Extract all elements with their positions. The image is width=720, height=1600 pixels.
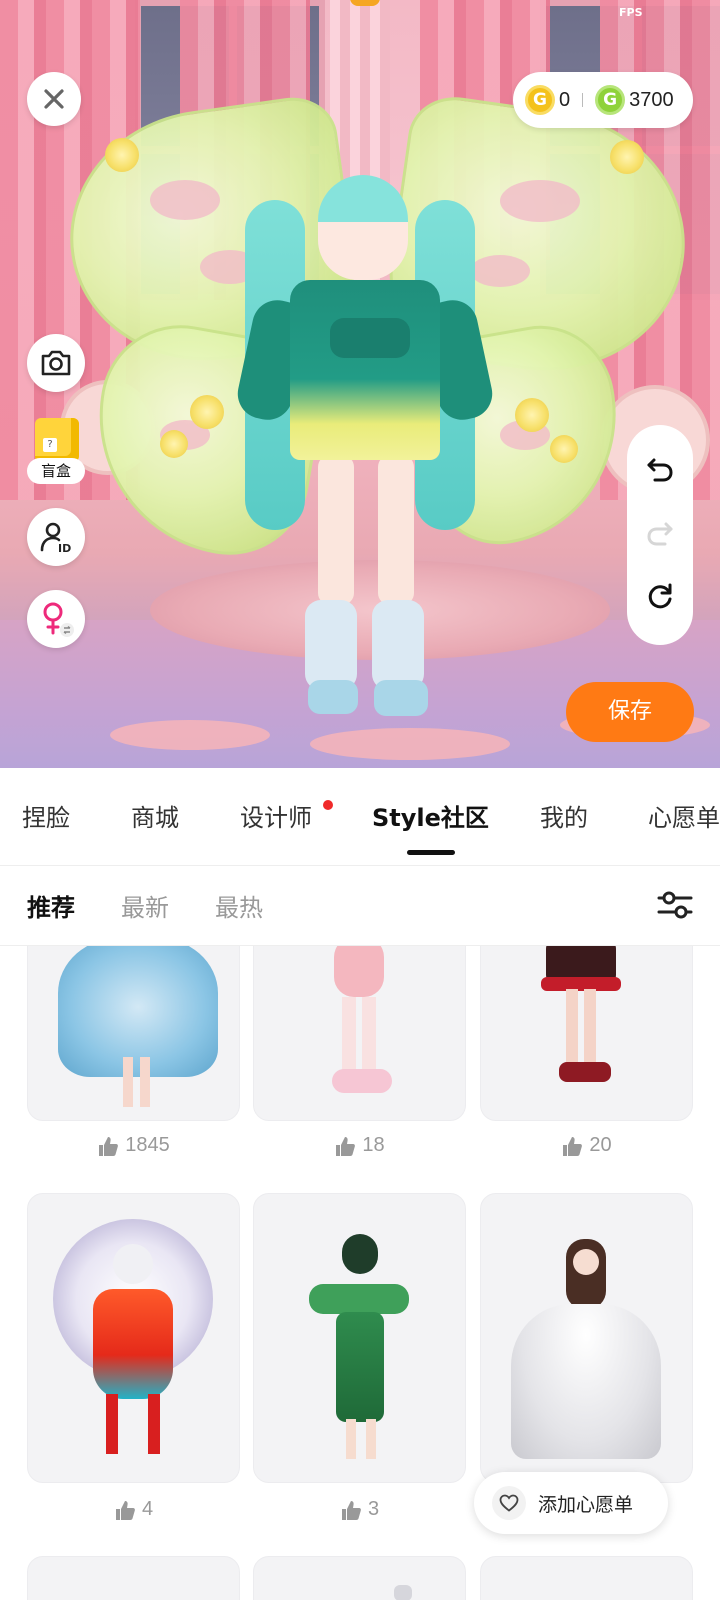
character-leg — [378, 455, 414, 605]
like-count-value: 3 — [367, 1498, 380, 1520]
camera-button[interactable] — [27, 334, 85, 392]
tab-designer[interactable]: 设计师 — [240, 798, 312, 833]
female-gender-icon — [43, 602, 74, 637]
heart-icon-wrapper — [492, 1486, 526, 1520]
notification-dot — [323, 800, 333, 810]
close-button[interactable] — [27, 72, 81, 126]
subtab-recommended[interactable]: 推荐 — [27, 888, 75, 923]
outfit-preview — [394, 1585, 412, 1600]
thumbs-up-icon — [341, 1500, 361, 1520]
camera-icon — [41, 350, 71, 376]
character-boot — [372, 600, 424, 690]
outfit-card[interactable] — [253, 1556, 466, 1600]
character-shoe — [374, 680, 428, 716]
like-count: 18 — [253, 1134, 466, 1157]
undo-icon — [647, 458, 673, 482]
sub-tab-bar: 推荐 最新 最热 — [0, 866, 720, 946]
svg-text:ID: ID — [58, 542, 71, 554]
outfit-card[interactable] — [253, 1193, 466, 1483]
save-button[interactable]: 保存 — [566, 682, 694, 742]
outfit-card[interactable] — [27, 946, 240, 1121]
character-dress — [290, 280, 440, 460]
blindbox-icon: ? — [35, 418, 79, 462]
character-bow — [330, 318, 410, 358]
gender-switch-button[interactable] — [27, 590, 85, 648]
like-count: 1845 — [27, 1134, 240, 1157]
gold-coin-value: 0 — [559, 88, 571, 111]
outfit-preview — [58, 946, 218, 1077]
tab-style-community[interactable]: Style社区 — [372, 798, 489, 833]
subtab-latest[interactable]: 最新 — [121, 888, 169, 923]
like-count-value: 4 — [141, 1498, 154, 1520]
thumbs-up-icon — [336, 1136, 356, 1156]
tab-mine[interactable]: 我的 — [540, 798, 588, 833]
tab-face-edit[interactable]: 捏脸 — [22, 798, 70, 833]
currency-bar: G 0 G 3700 — [513, 72, 693, 128]
like-count: 3 — [253, 1498, 466, 1521]
like-count: 4 — [27, 1498, 240, 1521]
character-head — [318, 175, 408, 280]
add-wishlist-label: 添加心愿单 — [538, 1493, 634, 1516]
outfit-preview — [342, 1234, 378, 1274]
fps-label: FPS — [619, 6, 643, 19]
outfit-card[interactable] — [480, 1556, 693, 1600]
avatar-id-button[interactable]: ID — [27, 508, 85, 566]
history-controls — [627, 425, 693, 645]
tab-wishlist[interactable]: 心愿单 — [648, 798, 720, 833]
id-card-icon: ID — [40, 522, 71, 554]
add-wishlist-button[interactable]: 添加心愿单 — [474, 1472, 668, 1534]
blindbox-label: 盲盒 — [27, 458, 85, 484]
thumbs-up-icon — [99, 1136, 119, 1156]
green-coin-value: 3700 — [629, 88, 674, 111]
subtab-hottest[interactable]: 最热 — [215, 888, 263, 923]
redo-button[interactable] — [645, 518, 675, 552]
like-count-value: 18 — [362, 1134, 385, 1156]
top-decoration — [350, 0, 380, 6]
close-icon — [44, 89, 64, 109]
character-shoe — [308, 680, 358, 714]
like-count: 20 — [480, 1134, 693, 1157]
green-coin-icon: G — [595, 85, 626, 115]
currency-separator — [582, 93, 584, 107]
outfit-card[interactable] — [253, 946, 466, 1121]
outfit-card[interactable] — [27, 1556, 240, 1600]
outfit-card[interactable] — [480, 1193, 693, 1483]
active-tab-indicator — [407, 850, 455, 855]
outfit-card[interactable] — [27, 1193, 240, 1483]
outfit-card[interactable] — [480, 946, 693, 1121]
main-tab-bar: 捏脸 商城 设计师 Style社区 我的 心愿单 — [0, 768, 720, 866]
undo-button[interactable] — [645, 454, 675, 488]
outfit-preview — [334, 946, 384, 997]
reset-button[interactable] — [645, 582, 675, 616]
heart-icon — [499, 1494, 519, 1512]
thumbs-up-icon — [115, 1500, 135, 1520]
like-count-value: 20 — [589, 1134, 612, 1156]
like-count-value: 1845 — [125, 1134, 170, 1156]
reset-icon — [648, 583, 672, 609]
filter-icon — [657, 891, 693, 919]
thumbs-up-icon — [563, 1136, 583, 1156]
character-leg — [318, 455, 354, 605]
filter-button[interactable] — [656, 886, 694, 924]
redo-icon — [647, 522, 673, 546]
tab-store[interactable]: 商城 — [131, 798, 179, 833]
character-boot — [305, 600, 357, 690]
blindbox-button[interactable]: ? 盲盒 — [27, 418, 89, 486]
gold-coin-icon: G — [525, 85, 555, 115]
